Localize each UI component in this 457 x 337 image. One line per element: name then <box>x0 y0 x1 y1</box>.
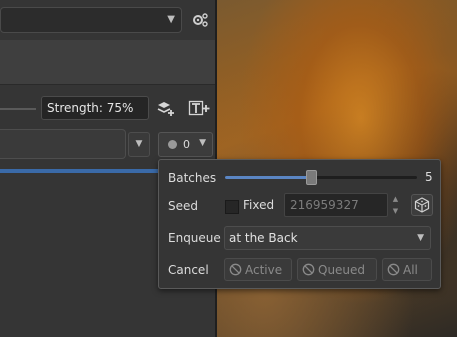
batches-value: 5 <box>425 170 433 184</box>
chevron-down-icon: ▼ <box>417 233 424 243</box>
strength-spinbox[interactable]: Strength: 75% <box>41 96 149 120</box>
generate-options-dropdown[interactable]: ▼ <box>128 132 150 157</box>
chevron-down-icon: ▼ <box>199 138 206 148</box>
progress-bar <box>0 169 160 173</box>
randomize-seed-button[interactable] <box>411 194 433 216</box>
queue-popup: Batches 5 Seed Fixed 216959327 ▲ ▼ Enqueu… <box>158 159 441 289</box>
batches-slider[interactable] <box>225 170 417 185</box>
cancel-active-button[interactable]: Active <box>224 258 292 281</box>
cancel-label: Cancel <box>168 263 209 277</box>
add-text-layer-icon[interactable] <box>188 97 210 119</box>
cancel-all-label: All <box>403 262 418 277</box>
batches-slider-fill <box>225 176 312 179</box>
cancel-icon <box>302 263 315 276</box>
cancel-icon <box>229 263 242 276</box>
cancel-queued-label: Queued <box>318 262 366 277</box>
seed-label: Seed <box>168 199 198 213</box>
batches-label: Batches <box>168 171 217 185</box>
prompt-area[interactable] <box>0 40 215 85</box>
cancel-active-label: Active <box>245 262 283 277</box>
cancel-queued-button[interactable]: Queued <box>297 258 377 281</box>
cancel-icon <box>387 263 400 276</box>
strength-slider[interactable] <box>0 108 36 110</box>
seed-input[interactable]: 216959327 <box>284 193 388 217</box>
queue-status-icon <box>168 140 177 149</box>
queue-button[interactable]: 0 ▼ <box>158 132 213 157</box>
generate-button[interactable] <box>0 129 126 159</box>
dice-icon <box>414 197 430 213</box>
enqueue-value: at the Back <box>229 231 298 245</box>
fixed-seed-label: Fixed <box>243 198 275 212</box>
seed-stepper[interactable]: ▲ ▼ <box>390 193 401 217</box>
model-select[interactable]: ▼ <box>0 7 182 33</box>
queue-count: 0 <box>183 138 190 151</box>
batches-slider-handle[interactable] <box>306 170 318 185</box>
enqueue-label: Enqueue <box>168 231 221 245</box>
chevron-down-icon: ▼ <box>167 14 175 25</box>
settings-gear-icon[interactable] <box>192 12 208 31</box>
cancel-all-button[interactable]: All <box>382 258 432 281</box>
add-layer-icon[interactable] <box>155 97 177 119</box>
enqueue-select[interactable]: at the Back ▼ <box>224 226 431 250</box>
fixed-seed-checkbox[interactable] <box>225 200 239 214</box>
